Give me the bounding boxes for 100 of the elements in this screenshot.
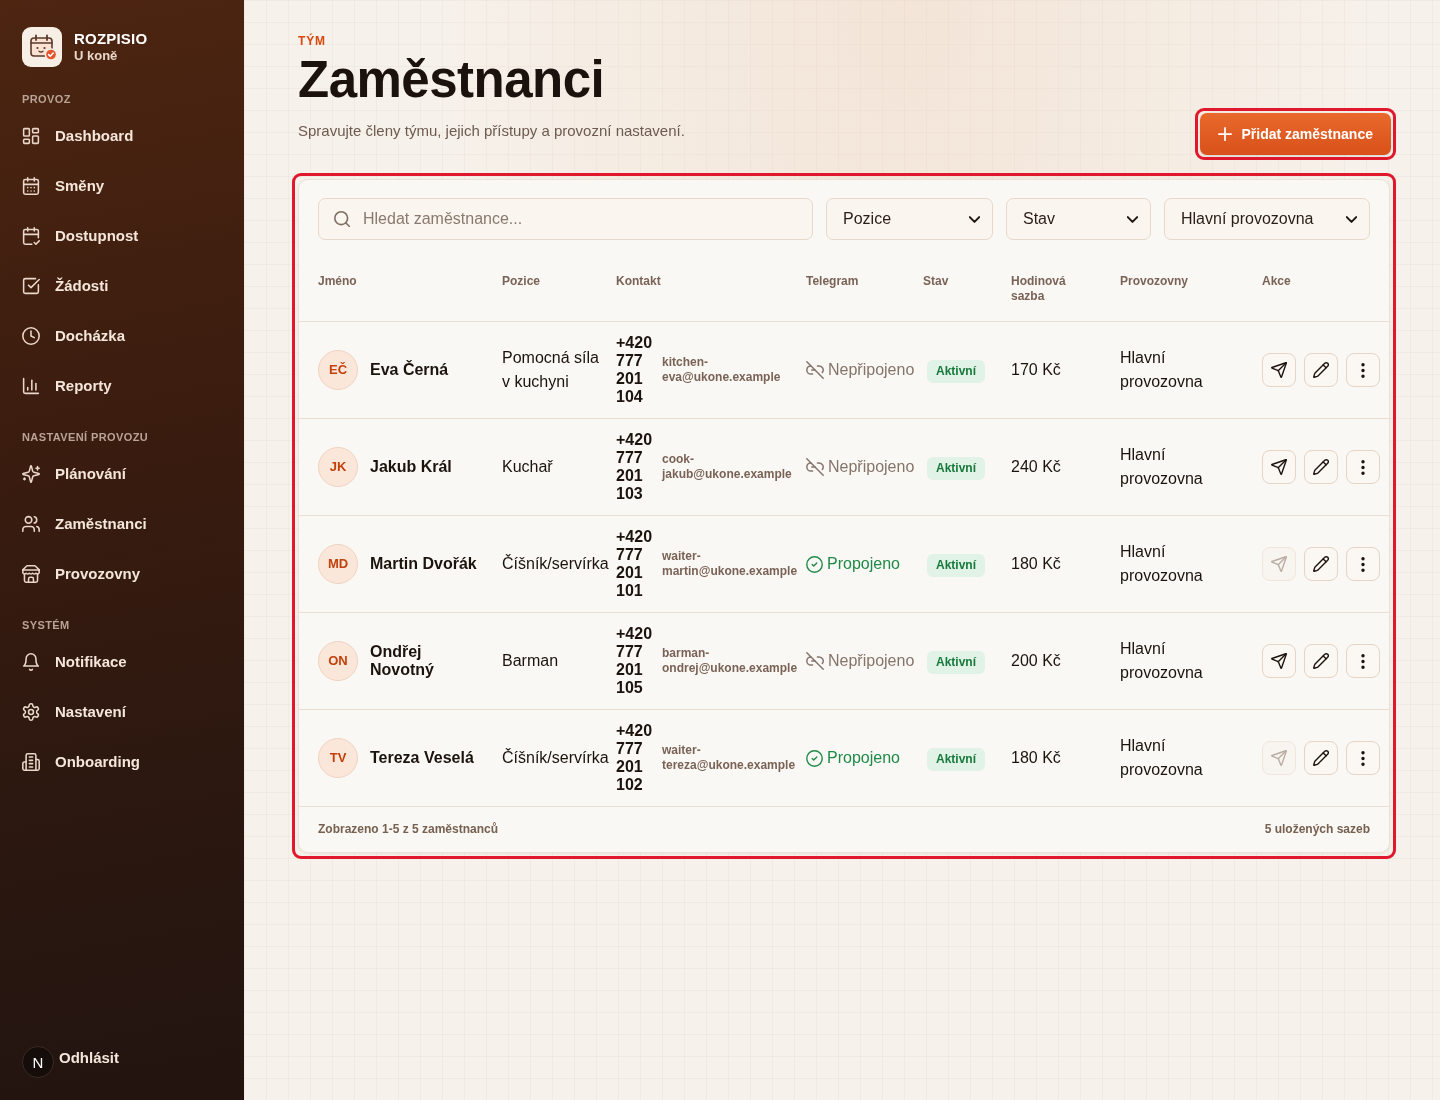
telegram-status: Nepřipojeno bbox=[828, 652, 915, 670]
edit-button[interactable] bbox=[1304, 450, 1338, 484]
sparkles-icon bbox=[22, 465, 40, 483]
bar-chart-icon bbox=[22, 377, 40, 395]
email-address: barman-ondrej@ukone.example bbox=[662, 646, 799, 676]
brand-subtitle: U koně bbox=[74, 48, 119, 64]
locations-text: Hlavní provozovna bbox=[1120, 543, 1203, 584]
sidebar-item[interactable]: Provozovny bbox=[18, 549, 222, 599]
employee-avatar: ON bbox=[318, 641, 358, 681]
calendar-icon bbox=[22, 177, 40, 195]
sidebar-item[interactable]: Notifikace bbox=[18, 637, 222, 687]
edit-button[interactable] bbox=[1304, 741, 1338, 775]
phone-number: +420 777 201 102 bbox=[616, 722, 654, 794]
email-address: cook-jakub@ukone.example bbox=[662, 452, 793, 482]
more-vertical-icon bbox=[1361, 459, 1365, 475]
chevron-down-icon bbox=[1346, 215, 1357, 223]
clock-icon bbox=[22, 327, 40, 345]
layout-grid-icon bbox=[22, 127, 40, 145]
edit-button[interactable] bbox=[1304, 547, 1338, 581]
unlink-icon bbox=[806, 361, 824, 379]
brand-name: ROZPISIO bbox=[74, 30, 148, 48]
position-text: Kuchař bbox=[502, 458, 553, 475]
sidebar-item[interactable]: Onboarding bbox=[18, 737, 222, 787]
more-button[interactable] bbox=[1346, 450, 1380, 484]
calendar-logo-icon bbox=[22, 27, 62, 67]
telegram-status: Nepřipojeno bbox=[828, 458, 915, 476]
hourly-rate: 200 Kč bbox=[1011, 652, 1061, 669]
email-address: waiter-tereza@ukone.example bbox=[662, 743, 797, 773]
section-label: PROVOZ bbox=[22, 92, 72, 106]
results-summary: Zobrazeno 1-5 z 5 zaměstnanců bbox=[318, 822, 499, 837]
chevron-down-icon bbox=[969, 215, 980, 223]
more-button[interactable] bbox=[1346, 353, 1380, 387]
check-circle-icon bbox=[806, 555, 823, 573]
position-text: Číšník/servírka bbox=[502, 749, 609, 766]
check-circle-icon bbox=[806, 749, 823, 767]
hourly-rate: 180 Kč bbox=[1011, 749, 1061, 766]
edit-button[interactable] bbox=[1304, 353, 1338, 387]
checkbox-icon bbox=[22, 277, 40, 295]
pencil-icon bbox=[1313, 362, 1329, 378]
send-icon bbox=[1271, 362, 1287, 378]
calendar-check-icon bbox=[22, 227, 40, 245]
users-icon bbox=[22, 515, 40, 533]
employee-name: Eva Černá bbox=[370, 361, 449, 379]
send-button[interactable] bbox=[1262, 450, 1296, 484]
position-text: Barman bbox=[502, 652, 559, 669]
telegram-status: Propojeno bbox=[827, 749, 900, 767]
sidebar-item[interactable]: Reporty bbox=[18, 361, 222, 411]
locations-text: Hlavní provozovna bbox=[1120, 349, 1203, 390]
store-icon bbox=[22, 565, 40, 583]
pencil-icon bbox=[1313, 459, 1329, 475]
send-icon bbox=[1271, 459, 1287, 475]
sidebar-item[interactable]: Žádosti bbox=[18, 261, 222, 311]
employee-avatar: TV bbox=[318, 738, 358, 778]
status-badge: Aktivní bbox=[927, 456, 985, 480]
sidebar-item[interactable]: Dostupnost bbox=[18, 211, 222, 261]
unlink-icon bbox=[806, 458, 824, 476]
send-button[interactable] bbox=[1262, 644, 1296, 678]
sidebar-item[interactable]: Zaměstnanci bbox=[18, 499, 222, 549]
filter-dropdown[interactable]: Stav bbox=[1006, 198, 1151, 240]
employee-name: Jakub Král bbox=[370, 458, 452, 476]
logout-button[interactable]: Odhlásit bbox=[59, 1049, 119, 1067]
employee-avatar: MD bbox=[318, 544, 358, 584]
status-badge: Aktivní bbox=[927, 747, 985, 771]
filter-dropdown[interactable]: Hlavní provozovna bbox=[1164, 198, 1370, 240]
page-eyebrow: TÝM bbox=[298, 34, 327, 48]
email-address: waiter-martin@ukone.example bbox=[662, 549, 799, 579]
bell-icon bbox=[22, 653, 40, 671]
filter-dropdown[interactable]: Pozice bbox=[826, 198, 993, 240]
locations-text: Hlavní provozovna bbox=[1120, 640, 1203, 681]
status-badge: Aktivní bbox=[927, 553, 985, 577]
search-field[interactable]: Hledat zaměstnance... bbox=[318, 198, 813, 240]
more-vertical-icon bbox=[1361, 556, 1365, 572]
position-text: Číšník/servírka bbox=[502, 555, 609, 572]
locations-text: Hlavní provozovna bbox=[1120, 446, 1203, 487]
column-header: Provozovny bbox=[1120, 274, 1188, 289]
employee-name: Martin Dvořák bbox=[370, 555, 477, 573]
pencil-icon bbox=[1313, 556, 1329, 572]
section-label: SYSTÉM bbox=[22, 618, 71, 632]
email-address: kitchen-eva@ukone.example bbox=[662, 355, 782, 385]
more-vertical-icon bbox=[1361, 750, 1365, 766]
sidebar-item[interactable]: Plánování bbox=[18, 449, 222, 499]
dev-badge[interactable]: N bbox=[22, 1046, 54, 1078]
column-header: Kontakt bbox=[616, 274, 661, 289]
send-icon bbox=[1271, 653, 1287, 669]
sidebar-item[interactable]: Nastavení bbox=[18, 687, 222, 737]
sidebar-item[interactable]: Směny bbox=[18, 161, 222, 211]
more-vertical-icon bbox=[1361, 653, 1365, 669]
employee-name: Tereza Veselá bbox=[370, 749, 474, 767]
more-button[interactable] bbox=[1346, 644, 1380, 678]
add-employee-button[interactable]: Přidat zaměstnance bbox=[1199, 113, 1391, 155]
saved-rates-count: 5 uložených sazeb bbox=[1264, 822, 1370, 837]
more-button[interactable] bbox=[1346, 547, 1380, 581]
phone-number: +420 777 201 105 bbox=[616, 625, 654, 697]
send-button[interactable] bbox=[1262, 353, 1296, 387]
sidebar-item[interactable]: Docházka bbox=[18, 311, 222, 361]
search-icon bbox=[334, 211, 350, 227]
more-button[interactable] bbox=[1346, 741, 1380, 775]
section-label: NASTAVENÍ PROVOZU bbox=[22, 430, 150, 444]
sidebar-item[interactable]: Dashboard bbox=[18, 111, 222, 161]
edit-button[interactable] bbox=[1304, 644, 1338, 678]
